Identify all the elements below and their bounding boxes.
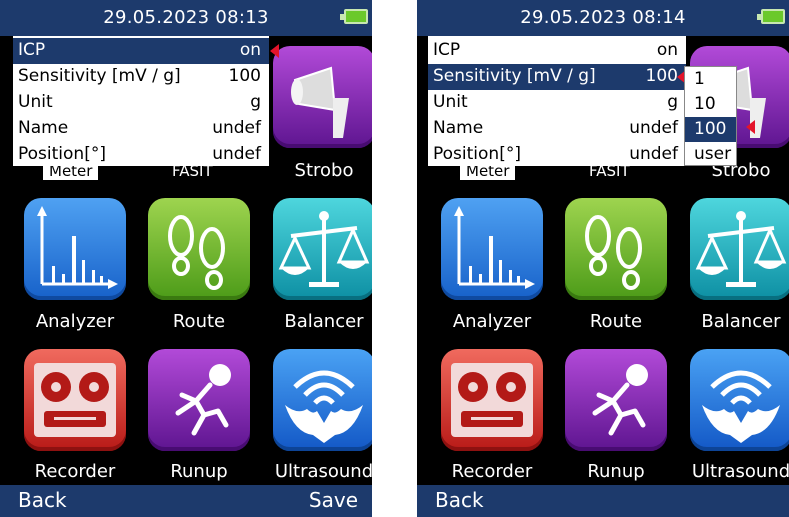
menu-item-value: 100 [228, 66, 261, 86]
status-bar: 29.05.2023 08:14 [417, 0, 789, 36]
ultrasound-app[interactable] [690, 349, 789, 451]
status-bar: 29.05.2023 08:13 [0, 0, 372, 36]
bat-ultrasound-icon [702, 370, 780, 443]
menu-item-value: on [656, 40, 678, 60]
footprints-icon [585, 215, 642, 290]
route-label: Route [172, 311, 226, 332]
menu-item-unit[interactable]: Unit g [13, 90, 269, 116]
device-screen-left: 29.05.2023 08:13 Strobo Meter FASIT Anal… [0, 0, 372, 517]
bat-ultrasound-icon [285, 370, 363, 443]
menu-item-name[interactable]: Name undef [428, 116, 686, 142]
analyzer-label: Analyzer [452, 311, 532, 332]
option-label: 1 [694, 69, 705, 89]
menu-item-sensitivity[interactable]: Sensitivity [mV / g] 100 [13, 64, 269, 90]
runner-icon [592, 364, 648, 436]
strobo-app-icon[interactable] [273, 46, 372, 148]
strobo-label: Strobo [294, 160, 354, 181]
menu-item-value: 100 [645, 66, 678, 86]
menu-item-label: ICP [18, 40, 46, 60]
menu-item-label: Name [433, 118, 484, 138]
analyzer-app[interactable] [441, 198, 543, 300]
menu-item-label: Position[°] [18, 144, 106, 164]
balancer-label: Balancer [701, 311, 781, 332]
recorder-label: Recorder [34, 461, 116, 482]
runup-label: Runup [587, 461, 645, 482]
menu-item-value: on [239, 40, 261, 60]
tape-recorder-icon [451, 363, 533, 437]
menu-item-label: Name [18, 118, 69, 138]
menu-item-label: Sensitivity [mV / g] [433, 66, 596, 86]
balancer-app[interactable] [273, 198, 372, 300]
back-button[interactable]: Back [18, 488, 67, 512]
save-button[interactable]: Save [309, 488, 358, 512]
softkey-bar: Back [417, 485, 789, 517]
menu-item-value: g [250, 92, 261, 112]
route-app[interactable] [565, 198, 667, 300]
datetime: 29.05.2023 08:13 [103, 7, 269, 28]
recorder-label: Recorder [451, 461, 533, 482]
menu-item-value: g [667, 92, 678, 112]
ultrasound-app[interactable] [273, 349, 372, 451]
recorder-app[interactable] [441, 349, 543, 451]
spectrum-icon [37, 206, 118, 289]
analyzer-label: Analyzer [35, 311, 115, 332]
scale-icon [278, 211, 370, 287]
option-1[interactable]: 1 [685, 67, 736, 92]
battery-icon [340, 9, 368, 24]
route-app[interactable] [148, 198, 250, 300]
sensor-settings-menu: ICP on Sensitivity [mV / g] 100 Unit g N… [428, 36, 686, 166]
balancer-label: Balancer [284, 311, 364, 332]
menu-item-value: undef [212, 144, 261, 164]
option-user[interactable]: user [685, 142, 736, 167]
footprints-icon [168, 215, 225, 290]
selection-arrow-icon [746, 120, 755, 134]
softkey-bar: Back Save [0, 485, 372, 517]
option-10[interactable]: 10 [685, 92, 736, 117]
menu-item-position[interactable]: Position[°] undef [13, 142, 269, 168]
menu-item-label: Position[°] [433, 144, 521, 164]
runup-app[interactable] [565, 349, 667, 451]
runup-app[interactable] [148, 349, 250, 451]
recorder-app[interactable] [24, 349, 126, 451]
option-label: 10 [694, 94, 716, 114]
ultrasound-label: Ultrasound [691, 461, 789, 482]
datetime: 29.05.2023 08:14 [520, 7, 686, 28]
option-100[interactable]: 100 [685, 117, 736, 142]
strobo-icon [291, 66, 349, 138]
option-label: user [694, 144, 732, 164]
menu-item-icp[interactable]: ICP on [13, 38, 269, 64]
spectrum-icon [454, 206, 535, 289]
tape-recorder-icon [34, 363, 116, 437]
menu-item-label: Unit [433, 92, 468, 112]
back-button[interactable]: Back [435, 488, 484, 512]
balancer-app[interactable] [690, 198, 789, 300]
sensor-settings-menu: ICP on Sensitivity [mV / g] 100 Unit g N… [13, 36, 269, 166]
runup-label: Runup [170, 461, 228, 482]
scale-icon [695, 211, 787, 287]
sensitivity-options-menu: 1 10 100 user [684, 66, 737, 166]
battery-icon [757, 9, 785, 24]
ultrasound-label: Ultrasound [274, 461, 372, 482]
menu-item-label: Unit [18, 92, 53, 112]
menu-item-value: undef [629, 144, 678, 164]
selection-arrow-icon [270, 44, 279, 58]
menu-item-sensitivity[interactable]: Sensitivity [mV / g] 100 [428, 64, 686, 90]
analyzer-app[interactable] [24, 198, 126, 300]
menu-item-value: undef [629, 118, 678, 138]
menu-item-position[interactable]: Position[°] undef [428, 142, 686, 168]
runner-icon [175, 364, 231, 436]
menu-item-value: undef [212, 118, 261, 138]
option-label: 100 [694, 119, 727, 139]
menu-item-icp[interactable]: ICP on [428, 38, 686, 64]
menu-item-label: ICP [433, 40, 461, 60]
menu-item-name[interactable]: Name undef [13, 116, 269, 142]
menu-item-label: Sensitivity [mV / g] [18, 66, 181, 86]
route-label: Route [589, 311, 643, 332]
menu-item-unit[interactable]: Unit g [428, 90, 686, 116]
